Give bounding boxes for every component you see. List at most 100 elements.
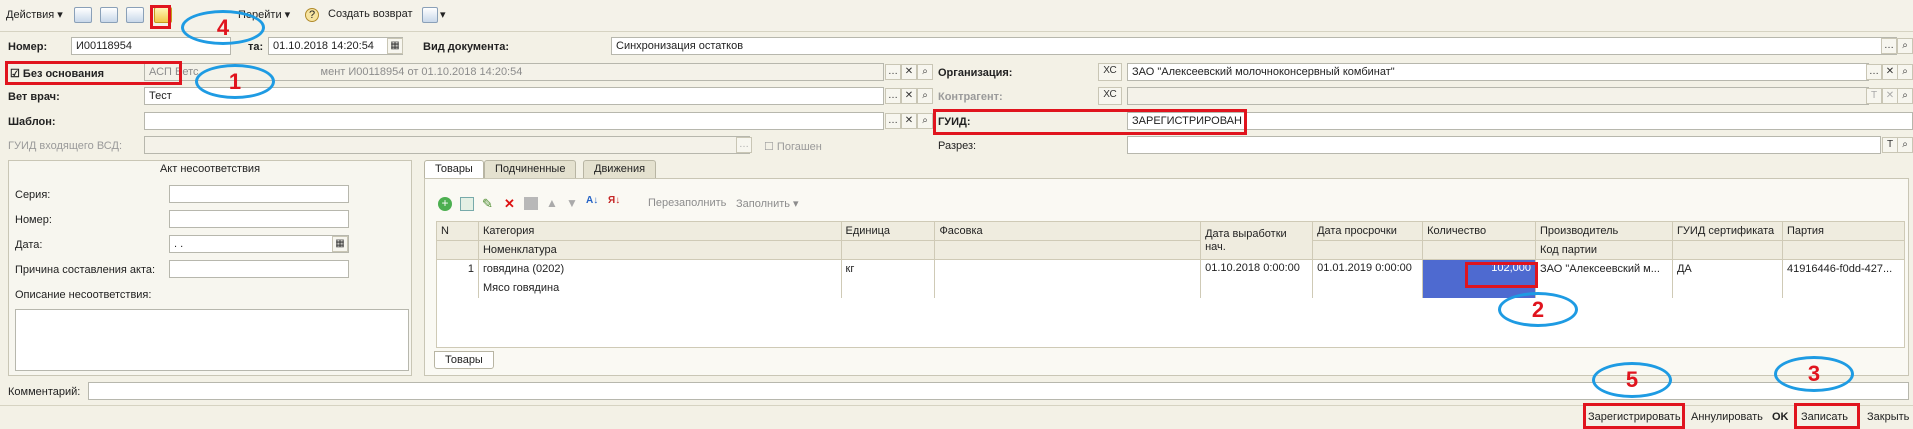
section-field[interactable] (1127, 136, 1881, 154)
doc-type-field[interactable]: Синхронизация остатков (611, 37, 1897, 55)
row-guid-cert[interactable]: ДА (1672, 259, 1783, 279)
col-guid-cert-header[interactable]: ГУИД сертификата (1672, 221, 1783, 241)
col-nomenclature-header[interactable]: Номенклатура (478, 240, 842, 260)
vet-clear-icon[interactable]: ✕ (901, 88, 917, 104)
nc-calendar-icon[interactable]: ▦ (332, 236, 348, 252)
nc-date-label: Дата: (15, 239, 43, 251)
contractor-search-icon[interactable]: ⌕ (1897, 88, 1913, 104)
row-batch[interactable]: 41916446-f0dd-427... (1782, 259, 1906, 279)
view-icon[interactable] (100, 7, 118, 23)
help-icon[interactable]: ? (305, 8, 319, 22)
table-subheader: Номенклатура Код партии (436, 240, 1906, 260)
col-category-header[interactable]: Категория (478, 221, 842, 241)
row-producer[interactable]: ЗАО "Алексеевский м... (1535, 259, 1673, 279)
bottom-tab-goods[interactable]: Товары (434, 351, 494, 369)
annul-button[interactable]: Аннулировать (1691, 411, 1763, 423)
ok-button[interactable]: OK (1772, 411, 1789, 423)
goods-table: N Категория Единица Фасовка Дата выработ… (436, 221, 1906, 348)
template-select-icon[interactable]: … (885, 113, 901, 129)
basis-search-icon[interactable]: ⌕ (917, 64, 933, 80)
desc-field[interactable] (15, 309, 409, 371)
col-expiry-header[interactable]: Дата просрочки (1312, 221, 1424, 241)
series-label: Серия: (15, 189, 51, 201)
row-pack[interactable] (934, 259, 1202, 298)
template-field[interactable] (144, 112, 884, 130)
org-clear-icon[interactable]: ✕ (1882, 64, 1898, 80)
actions-menu[interactable]: Действия ▾ (6, 8, 63, 21)
section-type-icon[interactable]: T (1882, 137, 1898, 153)
guid-in-select-icon: … (736, 137, 752, 153)
highlight-qty (1465, 262, 1538, 288)
section-search-icon[interactable]: ⌕ (1897, 137, 1913, 153)
edit-row-icon[interactable]: ✎ (482, 196, 493, 212)
refresh-icon[interactable] (126, 7, 144, 23)
tab-subordinate[interactable]: Подчиненные (484, 160, 577, 178)
doc-type-select-icon[interactable]: … (1881, 38, 1897, 54)
print-icon[interactable] (422, 7, 438, 23)
col-n-header[interactable]: N (436, 221, 479, 241)
desc-label: Описание несоответствия: (15, 289, 152, 301)
reason-field[interactable] (169, 260, 349, 278)
fill-dropdown[interactable]: Заполнить ▾ (736, 197, 799, 210)
template-clear-icon[interactable]: ✕ (901, 113, 917, 129)
post-icon[interactable] (74, 7, 92, 23)
basis-value-tail: мент И00118954 от 01.10.2018 14:20:54 (320, 66, 523, 78)
repaid-checkbox: ☐ Погашен (764, 141, 822, 153)
delete-row-icon[interactable]: ✕ (504, 196, 515, 212)
doc-type-label: Вид документа: (423, 41, 509, 53)
col-unit-header[interactable]: Единица (841, 221, 936, 241)
col-prod-date-header[interactable]: Дата выработки нач. (1200, 221, 1314, 260)
basis-select-icon[interactable]: … (885, 64, 901, 80)
row-unit[interactable]: кг (841, 259, 936, 279)
move-down-icon: ▼ (566, 196, 578, 210)
org-select-icon[interactable]: … (1866, 64, 1882, 80)
org-field[interactable]: ЗАО "Алексеевский молочноконсервный комб… (1127, 63, 1869, 81)
col-pack-header[interactable]: Фасовка (934, 221, 1202, 241)
basis-clear-icon[interactable]: ✕ (901, 64, 917, 80)
org-code-button[interactable]: ХС (1098, 63, 1122, 81)
org-search-icon[interactable]: ⌕ (1897, 64, 1913, 80)
tab-goods[interactable]: Товары (424, 160, 484, 178)
reason-label: Причина составления акта: (15, 264, 156, 276)
refill-button[interactable]: Перезаполнить (648, 197, 726, 209)
add-row-icon[interactable]: + (438, 197, 452, 211)
date-field[interactable]: 01.10.2018 14:20:54 (268, 37, 403, 55)
vet-select-icon[interactable]: … (885, 88, 901, 104)
nonconformity-group: Акт несоответствия Серия: Номер: Дата: .… (8, 160, 412, 376)
series-field[interactable] (169, 185, 349, 203)
vet-label: Вет врач: (8, 91, 60, 103)
tab-movements[interactable]: Движения (583, 160, 657, 178)
end-edit-icon (524, 197, 538, 210)
highlight-save (1794, 403, 1860, 429)
col-batch-code-header[interactable]: Код партии (1535, 240, 1673, 260)
nc-date-field[interactable]: . . (169, 235, 349, 253)
sort-desc-icon[interactable]: Я↓ (608, 195, 620, 206)
doc-type-search-icon[interactable]: ⌕ (1897, 38, 1913, 54)
nc-number-field[interactable] (169, 210, 349, 228)
comment-label: Комментарий: (8, 386, 81, 398)
sort-asc-icon[interactable]: A↓ (586, 195, 598, 206)
nonconformity-title: Акт несоответствия (159, 163, 261, 175)
row-prod-date[interactable]: 01.10.2018 0:00:00 (1200, 259, 1314, 298)
guid-in-field (144, 136, 750, 154)
calendar-icon[interactable]: ▦ (387, 38, 403, 54)
print-dropdown[interactable]: ▾ (440, 8, 446, 21)
contractor-code-button[interactable]: ХС (1098, 87, 1122, 105)
table-row[interactable]: 1 говядина (0202) кг 01.10.2018 0:00:00 … (436, 259, 1906, 298)
copy-row-icon[interactable] (460, 197, 474, 211)
row-expiry[interactable]: 01.01.2019 0:00:00 (1312, 259, 1424, 298)
create-return-button[interactable]: Создать возврат (328, 8, 413, 20)
col-qty-header[interactable]: Количество (1422, 221, 1536, 241)
vet-search-icon[interactable]: ⌕ (917, 88, 933, 104)
row-category[interactable]: говядина (0202) (478, 259, 842, 279)
template-search-icon[interactable]: ⌕ (917, 113, 933, 129)
callout-2: 2 (1498, 292, 1578, 327)
col-batch-header[interactable]: Партия (1782, 221, 1906, 241)
close-button[interactable]: Закрыть (1867, 411, 1909, 423)
guid-in-label: ГУИД входящего ВСД: (8, 140, 122, 152)
row-nomenclature[interactable]: Мясо говядина (478, 278, 842, 298)
table-header: N Категория Единица Фасовка Дата выработ… (436, 221, 1906, 260)
col-producer-header[interactable]: Производитель (1535, 221, 1673, 241)
contractor-label: Контрагент: (938, 91, 1003, 103)
highlight-register (1583, 403, 1685, 429)
